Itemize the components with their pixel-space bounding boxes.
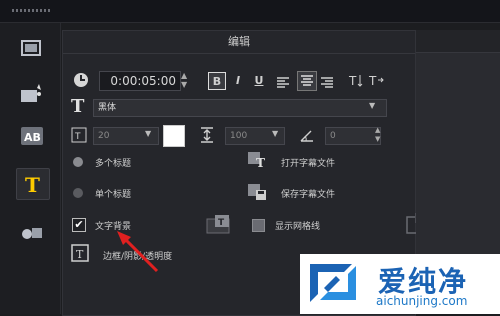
svg-text:T: T <box>25 173 40 196</box>
open-subtitle-icon[interactable]: T <box>247 151 267 170</box>
svg-text:T: T <box>368 74 377 88</box>
multi-title-label: 多个标题 <box>95 159 132 169</box>
panel-title: 编辑 <box>63 31 415 54</box>
red-arrow-annotation <box>117 231 159 273</box>
watermark-url: aichunjing.com <box>376 294 468 308</box>
text-direction-icon[interactable]: T <box>368 72 384 88</box>
border-shadow-icon[interactable]: T <box>71 244 89 262</box>
svg-text:AB: AB <box>24 131 41 144</box>
top-bar <box>0 0 500 23</box>
effects-icon[interactable] <box>16 78 48 108</box>
grip-dots <box>12 9 52 12</box>
watermark-logo-icon <box>310 264 356 302</box>
left-toolbar: AB T <box>0 23 61 314</box>
watermark: 爱纯净 aichunjing.com <box>300 254 500 314</box>
italic-button[interactable]: I <box>230 72 246 88</box>
font-color-swatch[interactable] <box>163 125 185 147</box>
align-right-icon[interactable] <box>321 74 333 88</box>
ab-transition-icon[interactable]: AB <box>16 121 48 151</box>
chevron-down-icon: ▼ <box>272 129 279 138</box>
font-name-select[interactable]: 黑体 <box>93 99 387 117</box>
svg-text:T: T <box>218 218 225 228</box>
text-background-checkbox[interactable]: ✔ <box>72 218 86 232</box>
rotation-field[interactable]: 0 <box>325 127 381 145</box>
svg-text:T: T <box>348 74 357 88</box>
font-icon: T <box>71 96 85 117</box>
align-left-icon[interactable] <box>277 74 289 88</box>
underline-button[interactable]: U <box>251 72 267 88</box>
show-grid-label: 显示网格线 <box>275 222 321 232</box>
timecode-spinner[interactable]: ▲ ▼ <box>181 71 191 89</box>
multi-title-radio[interactable] <box>73 157 83 167</box>
timecode-field[interactable]: 0:00:05:00 <box>99 71 181 91</box>
graphics-icon[interactable] <box>16 218 48 248</box>
svg-text:T: T <box>76 248 84 261</box>
media-library-icon[interactable] <box>16 33 48 63</box>
vertical-text-icon[interactable]: T <box>348 72 364 88</box>
clock-icon <box>73 72 89 88</box>
line-spacing-icon <box>199 127 215 143</box>
svg-text:T: T <box>256 156 265 169</box>
svg-text:T: T <box>74 132 81 142</box>
save-subtitle-icon[interactable] <box>247 183 267 201</box>
bold-button[interactable]: B <box>208 72 226 90</box>
rotation-spinner[interactable]: ▲ ▼ <box>375 126 385 144</box>
chevron-down-icon: ▼ <box>369 101 376 110</box>
right-tab <box>416 30 500 53</box>
single-title-label: 单个标题 <box>95 190 132 200</box>
open-subtitle-label[interactable]: 打开字幕文件 <box>281 156 335 169</box>
title-text-icon[interactable]: T <box>16 168 50 200</box>
font-size-icon: T <box>71 127 87 143</box>
rotation-angle-icon <box>299 127 315 143</box>
show-grid-checkbox[interactable] <box>252 219 265 232</box>
align-center-icon[interactable] <box>297 71 317 91</box>
save-subtitle-label[interactable]: 保存字幕文件 <box>281 187 335 200</box>
text-background-settings-icon[interactable]: T <box>205 213 233 235</box>
single-title-radio[interactable] <box>73 188 83 198</box>
chevron-down-icon: ▼ <box>145 129 152 138</box>
